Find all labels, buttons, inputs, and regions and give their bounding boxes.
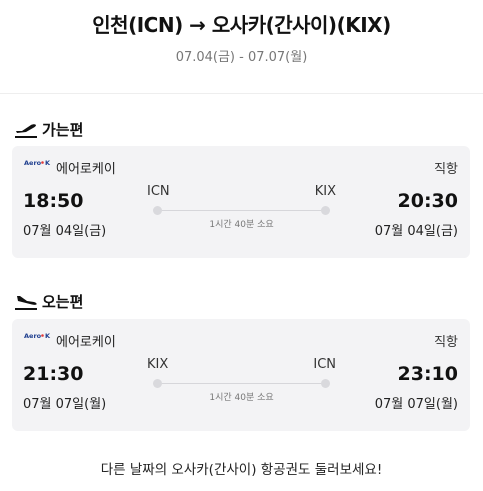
inbound-label: 오는편 — [42, 293, 84, 311]
departure-time: 21:30 — [23, 363, 84, 385]
arrival-airport-code: KIX — [314, 184, 336, 199]
route-start-dot — [153, 379, 162, 388]
explore-other-dates-link[interactable]: 다른 날짜의 오사카(간사이) 항공권도 둘러보세요! — [0, 458, 483, 478]
inbound-flight-card[interactable]: Aero K 에어로케이 직항 21:30 07월 07일(월) KIX ICN… — [12, 319, 470, 431]
arrival-time: 23:10 — [397, 363, 458, 385]
flight-type-badge: 직항 — [434, 335, 458, 350]
flight-duration: 1시간 40분 소요 — [209, 220, 274, 230]
arrival-date: 07월 07일(월) — [374, 397, 458, 412]
route-line — [157, 210, 326, 211]
departure-time: 18:50 — [23, 190, 84, 212]
route-start-dot — [153, 206, 162, 215]
departure-airport-code: KIX — [147, 357, 169, 372]
svg-text:K: K — [45, 159, 51, 167]
outbound-flight-card[interactable]: Aero K 에어로케이 직항 18:50 07월 04일(금) ICN KIX… — [12, 146, 470, 258]
airline-logo: Aero K — [24, 155, 52, 169]
departure-airport-code: ICN — [147, 184, 170, 199]
departure-date: 07월 04일(금) — [23, 224, 107, 239]
flight-duration: 1시간 40분 소요 — [209, 393, 274, 403]
svg-text:K: K — [45, 332, 51, 340]
airline-name: 에어로케이 — [56, 162, 116, 177]
arrival-airport-code: ICN — [313, 357, 336, 372]
departure-date: 07월 07일(월) — [23, 397, 107, 412]
outbound-label: 가는편 — [42, 121, 84, 139]
outbound-section-header: 가는편 — [14, 119, 83, 140]
svg-text:Aero: Aero — [24, 332, 42, 340]
route-title: 인천(ICN) → 오사카(간사이)(KIX) — [92, 13, 391, 37]
plane-landing-icon — [15, 295, 37, 310]
svg-text:Aero: Aero — [24, 159, 42, 167]
inbound-section-header: 오는편 — [14, 291, 83, 312]
trip-header: 인천(ICN) → 오사카(간사이)(KIX) 07.04(금) - 07.07… — [0, 0, 483, 94]
route-line — [157, 383, 326, 384]
route-end-dot — [321, 206, 330, 215]
flight-type-badge: 직항 — [434, 162, 458, 177]
airline-logo: Aero K — [24, 328, 52, 342]
airline-name: 에어로케이 — [56, 335, 116, 350]
arrival-time: 20:30 — [397, 190, 458, 212]
route-end-dot — [321, 379, 330, 388]
date-range: 07.04(금) - 07.07(월) — [175, 50, 308, 65]
plane-takeoff-icon — [15, 123, 37, 138]
arrival-date: 07월 04일(금) — [374, 224, 458, 239]
